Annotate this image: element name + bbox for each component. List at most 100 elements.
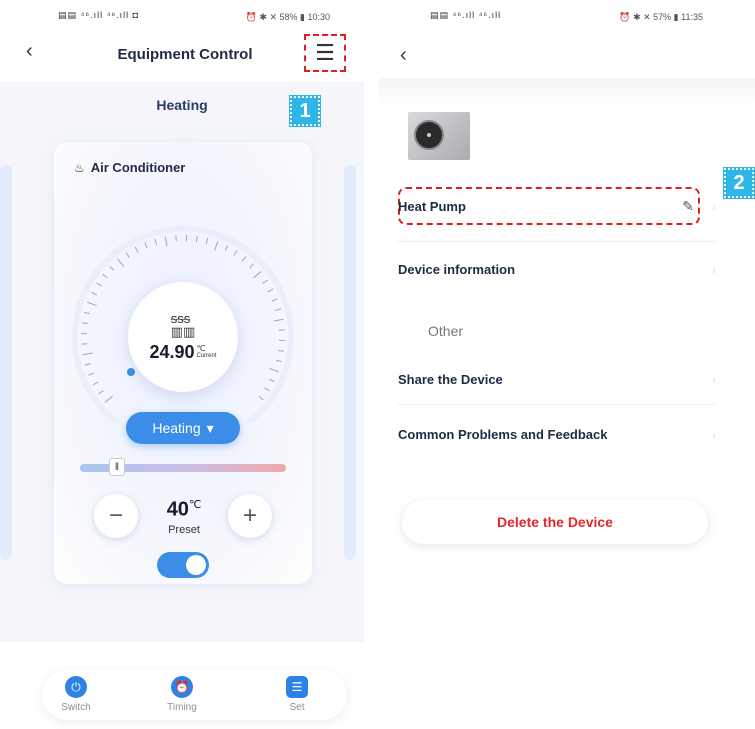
- heating-icon: ♨: [74, 160, 85, 175]
- fan-icon: [414, 120, 444, 150]
- card-header: ♨ Air Conditioner: [74, 160, 185, 175]
- nav-set-label: Set: [289, 702, 305, 713]
- dial-tick: [233, 250, 238, 256]
- step-callout-2: 2: [723, 167, 755, 199]
- dial-tick: [117, 258, 125, 267]
- dial-tick: [86, 301, 97, 307]
- dial-tick: [96, 282, 102, 287]
- minus-icon: −: [108, 502, 123, 529]
- temperature-slider-thumb[interactable]: ‖: [109, 458, 125, 476]
- status-battery-time: ⏰ ✱ ✕ 57% ▮ 11:35: [619, 12, 703, 22]
- dial-tick: [84, 362, 91, 366]
- power-icon: ⏻: [65, 676, 87, 698]
- toggle-knob: [186, 555, 206, 575]
- dial-tick: [98, 390, 104, 395]
- device-label: Air Conditioner: [90, 160, 186, 175]
- chevron-right-icon: ›: [712, 372, 716, 387]
- current-temp-value: 24.90: [149, 341, 195, 362]
- menu-button[interactable]: ☰: [304, 34, 346, 72]
- chevron-right-icon: ›: [712, 427, 716, 442]
- dial-tick: [253, 271, 262, 279]
- equipment-control-screen: ▤▤ ⁴⁶.ıll ⁴⁶.ıll ◘ ⏰ ✱ ✕ 58% ▮ 10:30 ‹ E…: [0, 0, 370, 729]
- status-signal: ▤▤ ⁴⁶.ıll ⁴⁶.ıll ◘: [58, 10, 140, 20]
- device-card: ♨ Air Conditioner ᵴᵴᵴ ▥▥ 24.90 ℃ Current …: [54, 142, 312, 584]
- dial-tick: [277, 349, 285, 352]
- dial-tick: [81, 322, 89, 325]
- dial-tick: [262, 279, 268, 284]
- dial-tick: [92, 381, 99, 386]
- alarm-clock-icon: ⏰: [171, 676, 193, 698]
- dial-tick: [109, 265, 115, 271]
- dial-tick: [258, 395, 264, 401]
- dial-tick: [276, 359, 283, 363]
- edit-pencil-icon[interactable]: ✎: [682, 198, 694, 215]
- share-label: Share the Device: [398, 372, 503, 387]
- status-bar: ▤▤ ⁴⁶.ıll ⁴⁶.ıll ◘ ⏰ ✱ ✕ 58% ▮ 10:30: [0, 8, 370, 30]
- dial-tick: [213, 240, 219, 251]
- preset-display: 40℃ Preset: [154, 498, 214, 536]
- dial-tick: [88, 372, 95, 376]
- device-information-row[interactable]: Device information ›: [398, 262, 716, 277]
- chevron-right-icon: ›: [712, 262, 716, 277]
- dial-tick: [269, 367, 280, 373]
- status-signal: ▤▤ ⁴⁶.ıll ⁴⁶.ıll: [430, 10, 502, 20]
- hamburger-menu-icon: ☰: [315, 40, 335, 65]
- dial-tick: [134, 246, 139, 253]
- power-toggle[interactable]: [157, 552, 209, 578]
- dial-tick: [102, 273, 108, 279]
- dial-tick: [269, 378, 275, 383]
- preset-label: Preset: [168, 523, 200, 536]
- dial-tick: [264, 387, 270, 392]
- current-temp-unit: ℃: [196, 343, 206, 353]
- dial-tick: [249, 263, 255, 269]
- status-bar: ▤▤ ⁴⁶.ıll ⁴⁶.ıll ⏰ ✱ ✕ 57% ▮ 11:35: [378, 8, 755, 30]
- faq-row[interactable]: Common Problems and Feedback ›: [398, 427, 716, 442]
- dial-tick: [195, 235, 198, 243]
- current-temp-display: ᵴᵴᵴ ▥▥ 24.90 ℃ Current: [128, 282, 238, 392]
- section-other-label: Other: [428, 323, 464, 339]
- header-shade: [378, 78, 755, 108]
- nav-switch-label: Switch: [61, 702, 91, 713]
- next-card-peek[interactable]: [344, 165, 356, 560]
- preset-value: 40: [166, 498, 189, 521]
- preset-unit: ℃: [188, 499, 202, 511]
- share-device-row[interactable]: Share the Device ›: [398, 372, 716, 387]
- divider: [398, 404, 716, 405]
- nav-timing[interactable]: ⏰ Timing: [152, 676, 212, 713]
- bottom-nav: ⏻ Switch ⏰ Timing ☰ Set: [42, 670, 347, 720]
- device-name: Heat Pump: [398, 199, 466, 214]
- delete-device-button[interactable]: Delete the Device: [402, 500, 708, 544]
- dial-tick: [154, 238, 158, 245]
- dial-tick: [91, 291, 97, 296]
- faq-label: Common Problems and Feedback: [398, 427, 608, 442]
- decrease-button[interactable]: −: [94, 494, 138, 538]
- chevron-right-icon: ›: [712, 199, 716, 214]
- plus-icon: +: [242, 502, 257, 529]
- current-label: Current: [196, 352, 217, 359]
- sliders-icon: ☰: [286, 676, 308, 698]
- device-info-label: Device information: [398, 262, 516, 277]
- dial-tick: [275, 308, 282, 312]
- status-battery-time: ⏰ ✱ ✕ 58% ▮ 10:30: [245, 12, 330, 22]
- dial-tick: [83, 311, 90, 315]
- divider: [398, 241, 716, 242]
- heat-pump-image: [408, 112, 470, 160]
- nav-switch[interactable]: ⏻ Switch: [46, 676, 106, 713]
- dial-tick: [82, 352, 93, 356]
- prev-card-peek[interactable]: [0, 165, 12, 560]
- dial-tick: [125, 252, 130, 258]
- dial-tick: [164, 236, 168, 247]
- back-button[interactable]: ‹: [400, 44, 407, 67]
- mode-dropdown[interactable]: Heating ▾: [126, 412, 240, 444]
- dial-indicator: [127, 368, 135, 376]
- heater-icon: ᵴᵴᵴ ▥▥: [170, 310, 196, 339]
- dial-tick: [144, 242, 148, 249]
- dial-tick: [267, 288, 274, 293]
- dial-tick: [104, 395, 113, 403]
- device-settings-screen: ▤▤ ⁴⁶.ıll ⁴⁶.ıll ⏰ ✱ ✕ 57% ▮ 11:35 ‹ 2 H…: [378, 0, 755, 729]
- nav-set[interactable]: ☰ Set: [267, 676, 327, 713]
- device-name-row[interactable]: Heat Pump ✎ ›: [398, 198, 716, 215]
- dial-tick: [205, 237, 209, 244]
- dial-tick: [271, 298, 278, 302]
- increase-button[interactable]: +: [228, 494, 272, 538]
